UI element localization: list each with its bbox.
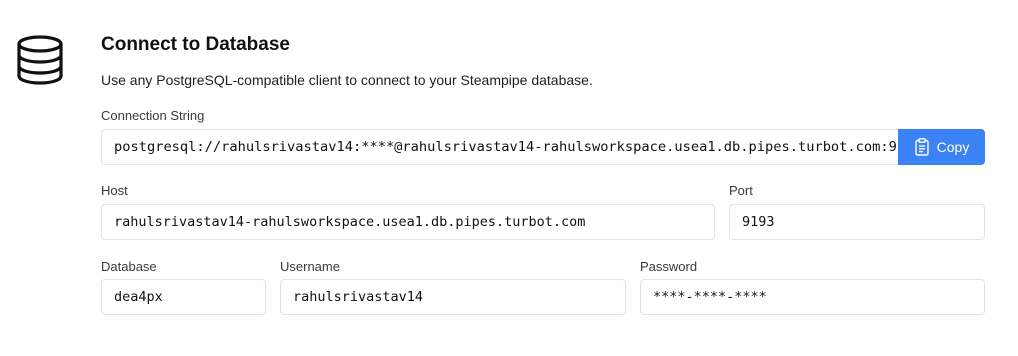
host-field[interactable]: rahulsrivastav14-rahulsworkspace.usea1.d…: [101, 204, 715, 240]
connection-string-label: Connection String: [101, 108, 205, 123]
username-label: Username: [280, 259, 340, 274]
username-field[interactable]: rahulsrivastav14: [280, 279, 626, 315]
port-label: Port: [729, 183, 753, 198]
database-icon: [17, 35, 63, 85]
connection-string-field[interactable]: postgresql://rahulsrivastav14:****@rahul…: [101, 129, 898, 165]
copy-button[interactable]: Copy: [898, 129, 985, 165]
database-label: Database: [101, 259, 157, 274]
port-field[interactable]: 9193: [729, 204, 985, 240]
database-field[interactable]: dea4px: [101, 279, 266, 315]
page-title: Connect to Database: [101, 34, 290, 55]
password-field[interactable]: ****-****-****: [640, 279, 985, 315]
page-description: Use any PostgreSQL-compatible client to …: [101, 72, 593, 88]
clipboard-icon: [914, 138, 929, 156]
host-label: Host: [101, 183, 128, 198]
password-label: Password: [640, 259, 698, 274]
copy-button-label: Copy: [936, 139, 970, 155]
